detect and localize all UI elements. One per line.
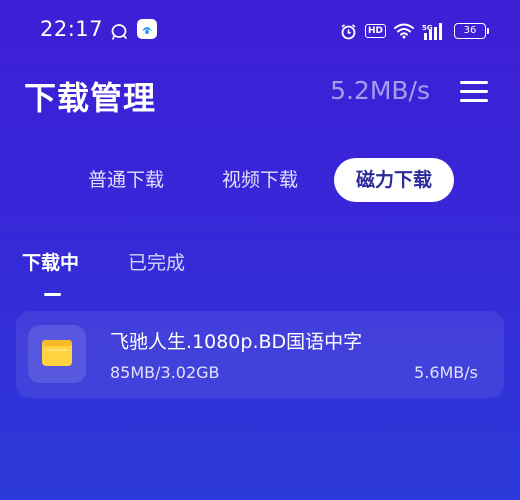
file-name: 飞驰人生.1080p.BD国语中字 <box>110 331 363 353</box>
page-title: 下载管理 <box>24 79 157 117</box>
folder-icon <box>42 340 72 366</box>
signal-icon: 5G <box>422 22 442 40</box>
category-tabs: 普通下载 视频下载 磁力下载 <box>0 158 520 202</box>
file-progress: 85MB/3.02GB <box>110 363 220 382</box>
tab-video-download[interactable]: 视频下载 <box>206 158 314 202</box>
menu-icon[interactable] <box>460 80 488 104</box>
status-indicators: HD 5G 36 <box>340 20 489 42</box>
tab-completed[interactable]: 已完成 <box>128 248 185 275</box>
status-time: 22:17 <box>40 17 104 41</box>
tab-downloading[interactable]: 下载中 <box>22 248 79 275</box>
tab-magnet-download[interactable]: 磁力下载 <box>334 158 454 202</box>
tab-indicator <box>44 293 61 296</box>
battery-level: 36 <box>463 25 477 36</box>
file-speed: 5.6MB/s <box>414 363 478 382</box>
qq-icon <box>111 24 127 40</box>
status-bar: 22:17 HD 5G 36 <box>0 0 520 60</box>
tab-normal-download[interactable]: 普通下载 <box>72 158 180 202</box>
total-speed: 5.2MB/s <box>330 76 430 105</box>
battery-icon: 36 <box>454 23 489 39</box>
file-icon-box <box>28 325 86 383</box>
download-item[interactable]: 飞驰人生.1080p.BD国语中字 85MB/3.02GB 5.6MB/s <box>16 311 504 398</box>
alarm-clock-icon <box>341 23 356 39</box>
app-notification-icon <box>137 19 157 39</box>
hd-badge: HD <box>364 24 386 38</box>
wifi-icon <box>394 23 414 39</box>
